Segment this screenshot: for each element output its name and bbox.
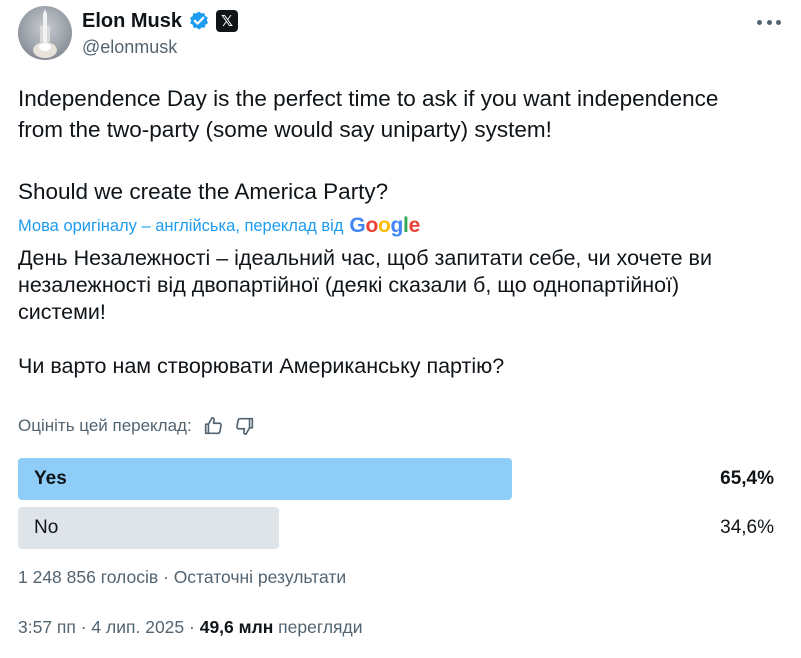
google-letter: g xyxy=(390,214,404,237)
rocket-launch-avatar xyxy=(33,9,57,58)
tweet-line: Independence Day is the perfect time to … xyxy=(18,86,719,111)
tweet-footer: 3:57 пп · 4 лип. 2025 · 49,6 млн перегля… xyxy=(18,617,363,638)
more-dot xyxy=(757,19,762,25)
poll-option-label: No xyxy=(34,517,59,538)
tweet-timestamp[interactable]: 3:57 пп · 4 лип. 2025 · xyxy=(18,617,195,637)
avatar[interactable] xyxy=(18,6,72,60)
tweet-line: from the two-party (some would say unipa… xyxy=(18,117,552,142)
verified-badge-icon[interactable] xyxy=(188,10,210,32)
tweet-line: Should we create the America Party? xyxy=(18,179,389,204)
poll-option-percent: 65,4% xyxy=(720,468,774,489)
google-letter: e xyxy=(408,214,421,237)
more-dots-icon[interactable] xyxy=(757,12,781,32)
author-handle[interactable]: @elonmusk xyxy=(82,37,177,58)
google-letter: G xyxy=(349,214,366,237)
more-dot xyxy=(766,19,772,25)
translation-line: системи! xyxy=(18,300,106,324)
poll-option-percent: 34,6% xyxy=(720,517,774,538)
translation-note-text: Мова оригіналу – англійська, переклад ві… xyxy=(18,216,344,235)
translation-line: Чи варто нам створювати Американську пар… xyxy=(18,354,505,378)
translation-line: незалежності від двопартійної (деякі ска… xyxy=(18,273,680,297)
poll-results-meta: 1 248 856 голосів · Остаточні результати xyxy=(18,567,347,587)
x-logo-icon[interactable]: 𝕏 xyxy=(216,10,239,32)
poll-option-no[interactable]: No 34,6% xyxy=(18,507,778,549)
poll: Yes 65,4% No 34,6% xyxy=(18,458,778,556)
google-letter: o xyxy=(365,214,378,237)
thumbs-down-icon[interactable] xyxy=(234,415,256,437)
thumbs-up-icon[interactable] xyxy=(202,415,224,437)
poll-option-label: Yes xyxy=(34,468,67,489)
google-letter: o xyxy=(377,214,391,237)
translation-note[interactable]: Мова оригіналу – англійська, переклад ві… xyxy=(18,214,420,238)
tweet-header: Elon Musk 𝕏 @elonmusk xyxy=(18,6,783,60)
google-logo: G o o g l e xyxy=(349,214,420,238)
views-label: перегляди xyxy=(278,617,363,637)
rate-translation: Оцініть цей переклад: xyxy=(18,414,256,438)
author-name[interactable]: Elon Musk xyxy=(82,10,182,33)
author-name-row: Elon Musk 𝕏 xyxy=(82,8,239,34)
tweet-text: Independence Day is the perfect time to … xyxy=(18,83,783,207)
views-count: 49,6 млн xyxy=(199,617,274,637)
poll-bar-yes xyxy=(18,458,512,500)
rate-translation-label: Оцініть цей переклад: xyxy=(18,416,192,435)
translated-text: День Незалежності – ідеальний час, щоб з… xyxy=(18,245,783,380)
translation-line: День Незалежності – ідеальний час, щоб з… xyxy=(18,246,712,270)
poll-option-yes[interactable]: Yes 65,4% xyxy=(18,458,778,500)
more-dot xyxy=(776,19,781,25)
